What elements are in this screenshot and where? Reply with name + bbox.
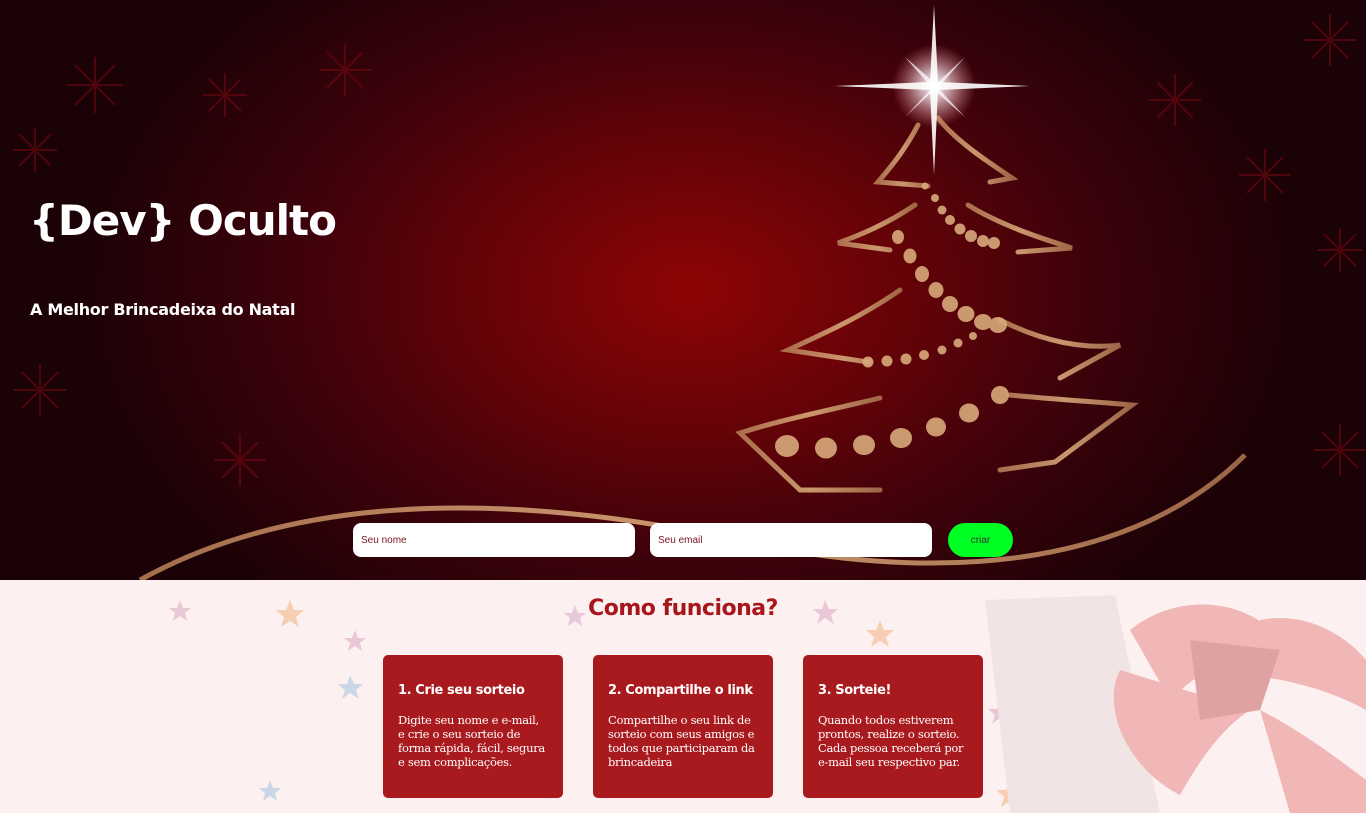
step-card: 3. Sorteie! Quando todos estiverem pront… [803, 655, 983, 798]
hero-banner: {Dev} Oculto A Melhor Brincadeixa do Nat… [0, 0, 1366, 580]
create-draw-form: criar [353, 523, 1013, 557]
step-description: Quando todos estiverem prontos, realize … [818, 713, 964, 769]
step-title: 3. Sorteie! [818, 683, 892, 698]
christmas-tree-illustration [13, 5, 1366, 580]
step-card: 2. Compartilhe o link Compartilhe o seu … [593, 655, 773, 798]
star-icon [835, 5, 1030, 175]
how-it-works-section: Como funciona? 1. Crie seu sorteio Digit… [0, 580, 1366, 813]
email-input[interactable] [650, 523, 932, 557]
step-title: 2. Compartilhe o link [608, 683, 753, 698]
step-description: Compartilhe o seu link de sorteio com se… [608, 713, 755, 769]
page-title: {Dev} Oculto [29, 196, 337, 245]
step-description: Digite seu nome e e-mail, e crie o seu s… [398, 713, 545, 769]
how-it-works-title: Como funciona? [588, 596, 778, 621]
step-card: 1. Crie seu sorteio Digite seu nome e e-… [383, 655, 563, 798]
hero-subtitle: A Melhor Brincadeixa do Natal [30, 300, 296, 319]
step-title: 1. Crie seu sorteio [398, 683, 525, 698]
create-button[interactable]: criar [948, 523, 1013, 557]
name-input[interactable] [353, 523, 635, 557]
